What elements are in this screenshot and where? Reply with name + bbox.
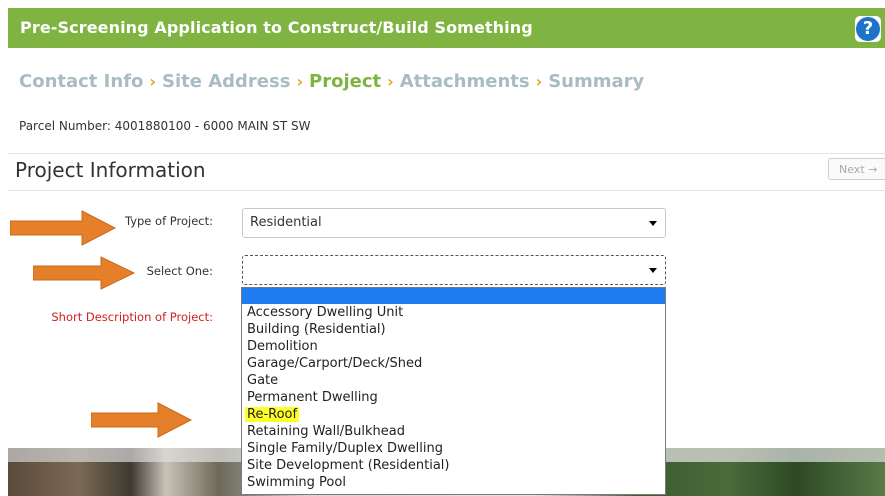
wizard-steps: Contact Info › Site Address › Project › Attach…: [19, 71, 644, 92]
chevron-right-icon: ›: [149, 72, 156, 91]
caret-down-icon: [649, 268, 657, 273]
select-one-label: Select One:: [146, 264, 213, 278]
dropdown-option[interactable]: Site Development (Residential): [242, 457, 665, 474]
select-one-dropdown[interactable]: Accessory Dwelling Unit Building (Reside…: [241, 287, 666, 495]
dropdown-option-re-roof[interactable]: Re-Roof: [242, 406, 665, 423]
help-icon[interactable]: ?: [855, 16, 881, 42]
divider: [8, 153, 885, 154]
chevron-right-icon: ›: [535, 72, 543, 91]
dropdown-option-blank[interactable]: [242, 288, 665, 304]
dropdown-option[interactable]: Building (Residential): [242, 321, 665, 338]
next-button[interactable]: Next →: [828, 158, 885, 180]
short-description-label: Short Description of Project:: [51, 310, 213, 324]
caret-down-icon: [649, 221, 657, 226]
type-of-project-label: Type of Project:: [124, 214, 213, 228]
app-title: Pre-Screening Application to Construct/B…: [20, 18, 533, 37]
step-contact-info[interactable]: Contact Info: [19, 71, 143, 92]
arrow-right-icon: [91, 402, 193, 438]
type-of-project-value: Residential: [250, 215, 322, 230]
dropdown-option[interactable]: Single Family/Duplex Dwelling: [242, 440, 665, 457]
section-title: Project Information: [15, 158, 206, 182]
dropdown-option[interactable]: Accessory Dwelling Unit: [242, 304, 665, 321]
dropdown-option[interactable]: Garage/Carport/Deck/Shed: [242, 355, 665, 372]
type-of-project-select[interactable]: Residential: [242, 208, 666, 238]
step-project[interactable]: Project: [309, 71, 381, 92]
chevron-right-icon: ›: [296, 72, 304, 91]
dropdown-option[interactable]: Demolition: [242, 338, 665, 355]
help-icon-glyph: ?: [856, 17, 880, 41]
step-attachments[interactable]: Attachments: [400, 71, 530, 92]
dropdown-option[interactable]: Swimming Pool: [242, 474, 665, 491]
divider: [8, 190, 885, 191]
dropdown-option[interactable]: Gate: [242, 372, 665, 389]
arrow-right-icon: [10, 210, 117, 246]
step-site-address[interactable]: Site Address: [162, 71, 290, 92]
step-summary[interactable]: Summary: [548, 71, 644, 92]
dropdown-option[interactable]: Permanent Dwelling: [242, 389, 665, 406]
chevron-right-icon: ›: [387, 72, 394, 91]
select-one-select[interactable]: [242, 255, 666, 285]
parcel-number: Parcel Number: 4001880100 - 6000 MAIN ST…: [19, 119, 311, 133]
dropdown-option[interactable]: Retaining Wall/Bulkhead: [242, 423, 665, 440]
app-header: Pre-Screening Application to Construct/B…: [8, 8, 885, 48]
